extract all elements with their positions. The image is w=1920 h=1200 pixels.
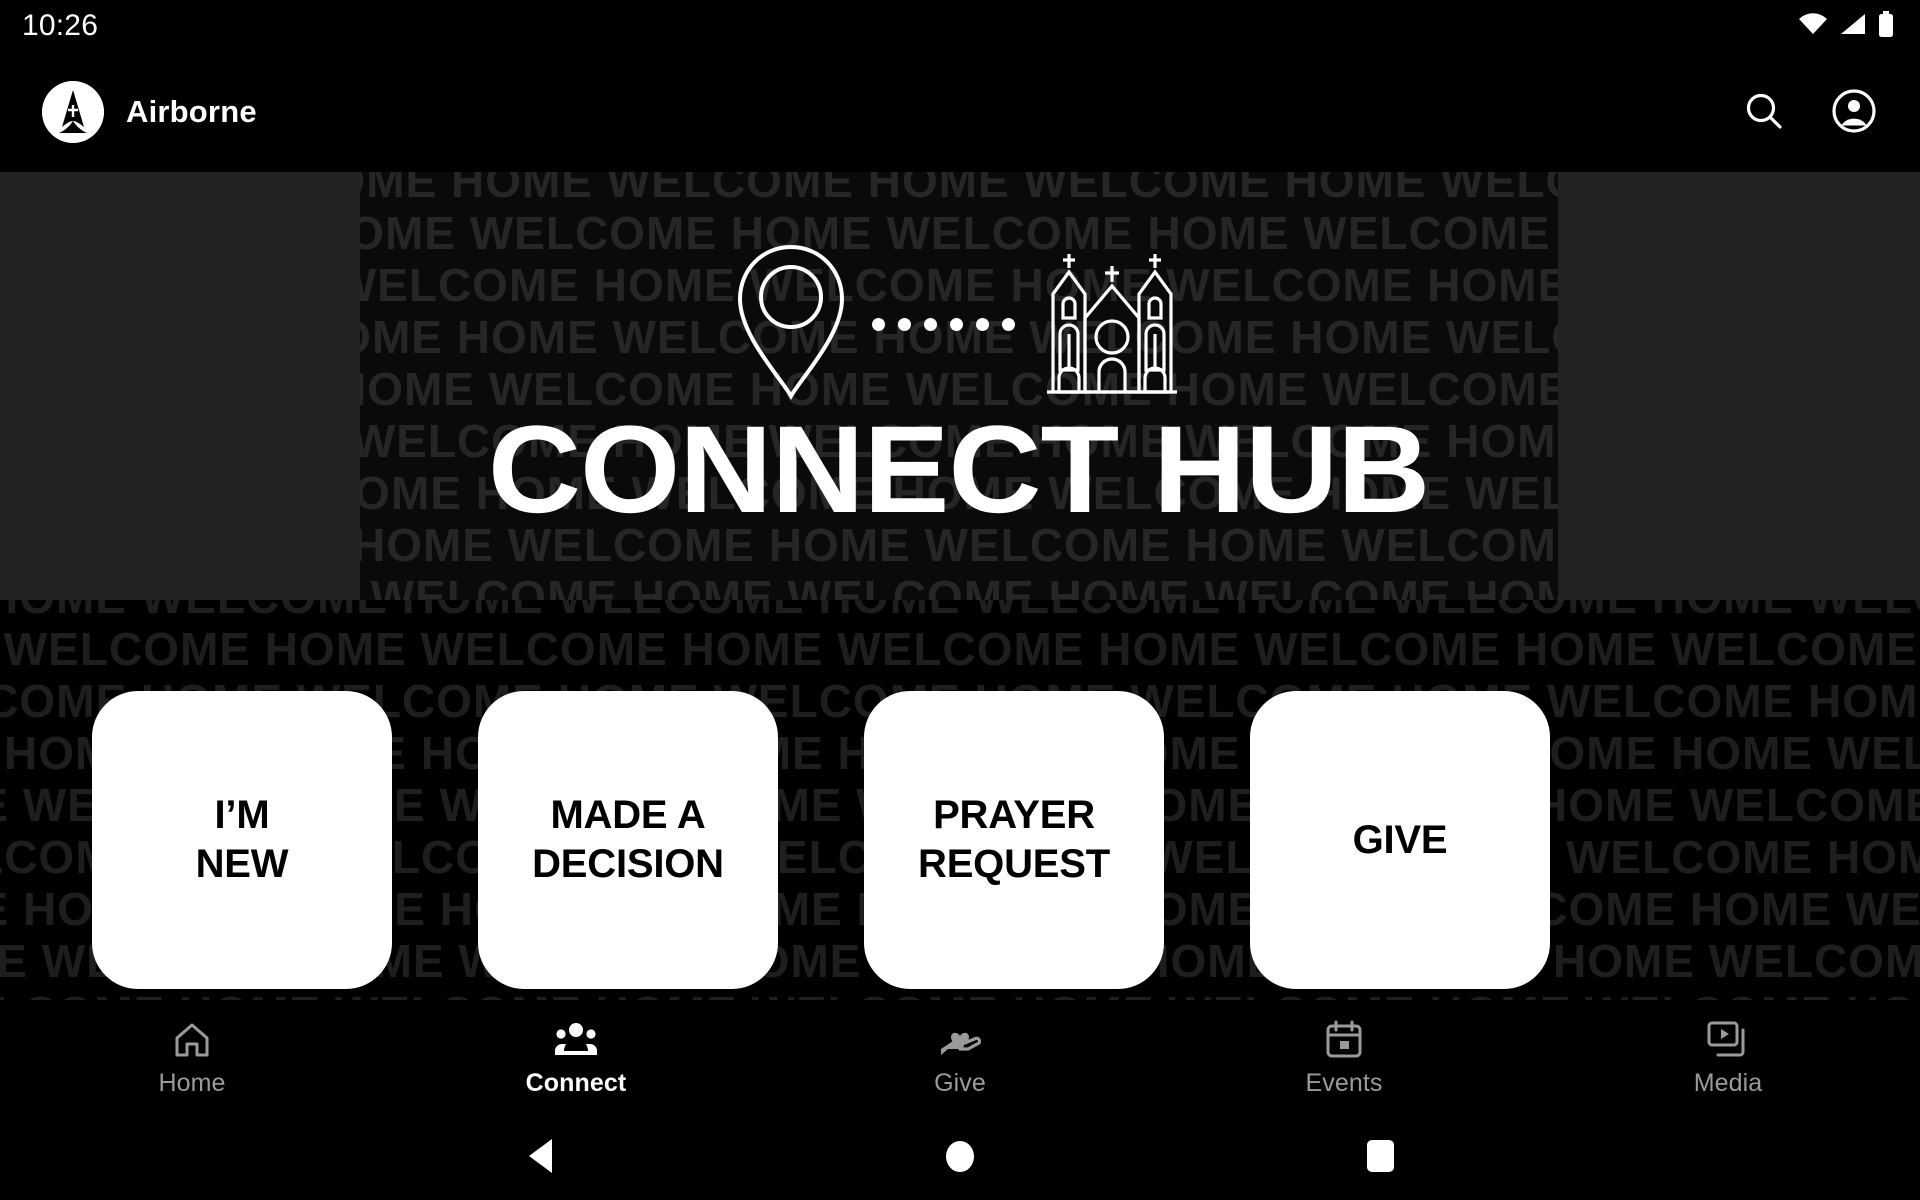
connect-action-cards: I’M NEW MADE A DECISION PRAYER REQUEST GIVE (0, 690, 1920, 990)
tab-give[interactable]: Give (768, 1015, 1152, 1098)
tab-label: Media (1693, 1068, 1763, 1097)
system-home-button[interactable] (850, 1112, 1070, 1200)
account-button[interactable] (1826, 84, 1882, 140)
tab-media[interactable]: Media (1536, 1015, 1920, 1098)
tab-home[interactable]: Home (0, 1015, 384, 1098)
header-actions (1736, 84, 1882, 140)
action-card-label: I’M NEW (195, 793, 289, 886)
hero-left-filler-panel (0, 172, 360, 600)
airborne-church-logo-icon (42, 81, 104, 143)
tab-connect[interactable]: Connect (384, 1015, 768, 1098)
location-pin-icon (732, 242, 850, 407)
cellular-signal-icon (1839, 12, 1867, 41)
hero-title: CONNECT HUB (488, 401, 1430, 539)
church-building-icon (1037, 242, 1187, 407)
wifi-icon (1798, 12, 1828, 41)
system-back-button[interactable] (430, 1112, 650, 1200)
status-bar-icons (1798, 10, 1894, 42)
tab-label: Give (934, 1068, 986, 1097)
hero-icon-group (732, 240, 1187, 408)
search-button[interactable] (1736, 84, 1792, 140)
action-card-made-a-decision[interactable]: MADE A DECISION (478, 691, 778, 989)
home-icon (172, 1019, 212, 1061)
account-circle-icon (1831, 88, 1877, 137)
action-card-im-new[interactable]: I’M NEW (92, 691, 392, 989)
pattern-row: WELCOME HOME WELCOME HOME WELCOME HOME W… (0, 990, 1920, 1000)
action-card-give[interactable]: GIVE (1250, 691, 1550, 989)
app-header: Airborne (0, 52, 1920, 172)
action-card-label: GIVE (1352, 817, 1448, 862)
hand-heart-icon (939, 1019, 981, 1061)
calendar-icon (1325, 1019, 1363, 1061)
brand-name: Airborne (126, 94, 257, 129)
search-icon (1742, 89, 1786, 136)
system-recents-button[interactable] (1270, 1112, 1490, 1200)
battery-icon (1878, 10, 1894, 42)
recents-square-icon (1366, 1140, 1394, 1172)
dotted-connector-icon (871, 317, 1015, 331)
hero-right-filler-panel (1558, 172, 1920, 600)
home-circle-icon (946, 1140, 974, 1172)
pattern-row: WELCOME HOME WELCOME HOME WELCOME HOME W… (0, 623, 1920, 675)
tab-label: Home (158, 1068, 226, 1097)
tab-events[interactable]: Events (1152, 1015, 1536, 1098)
brand[interactable]: Airborne (42, 81, 257, 143)
action-card-label: PRAYER REQUEST (918, 793, 1110, 886)
action-card-prayer-request[interactable]: PRAYER REQUEST (864, 691, 1164, 989)
status-bar: 10:26 (0, 0, 1920, 52)
action-card-label: MADE A DECISION (532, 793, 724, 886)
status-bar-clock: 10:26 (22, 9, 99, 42)
connect-hub-hero-banner: WELCOME HOME WELCOME HOME WELCOME HOME W… (360, 172, 1558, 600)
hero-content: CONNECT HUB (360, 172, 1558, 600)
people-icon (555, 1019, 597, 1061)
video-library-icon (1707, 1019, 1749, 1061)
android-system-navigation-bar (0, 1112, 1920, 1200)
app-screen: WELCOME HOME WELCOME HOME WELCOME HOME W… (0, 0, 1920, 1200)
bottom-tab-bar: Home Connect Give Events Media (0, 1000, 1920, 1112)
back-triangle-icon (528, 1139, 552, 1173)
tab-label: Connect (525, 1068, 627, 1097)
tab-label: Events (1305, 1068, 1383, 1097)
